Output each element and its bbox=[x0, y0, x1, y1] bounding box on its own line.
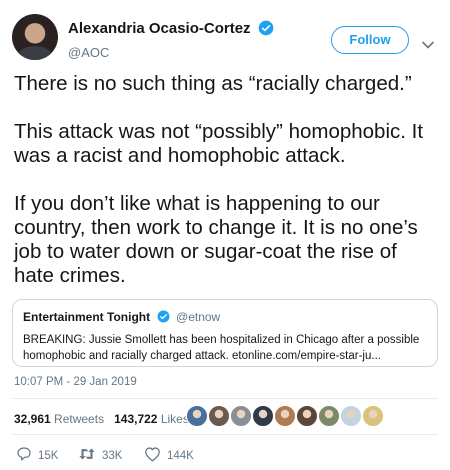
liker-avatar[interactable] bbox=[186, 405, 208, 427]
verified-badge-icon bbox=[157, 310, 170, 328]
liker-avatar[interactable] bbox=[318, 405, 340, 427]
liker-avatar[interactable] bbox=[252, 405, 274, 427]
liker-avatar[interactable] bbox=[296, 405, 318, 427]
likes-stat[interactable]: 143,722 Likes bbox=[114, 412, 189, 426]
liker-avatar[interactable] bbox=[230, 405, 252, 427]
retweets-label: Retweets bbox=[54, 412, 105, 426]
retweets-count: 32,961 bbox=[14, 412, 51, 426]
likes-count: 143,722 bbox=[114, 412, 158, 426]
tweet-header: Alexandria Ocasio-Cortez @AOC Follow bbox=[12, 14, 438, 62]
author-block: Alexandria Ocasio-Cortez @AOC bbox=[68, 20, 274, 60]
avatar-shoulders bbox=[18, 46, 52, 60]
quoted-text-line: BREAKING: Jussie Smollett has been hospi… bbox=[23, 334, 420, 346]
chevron-down-icon[interactable] bbox=[422, 36, 434, 54]
liker-avatar[interactable] bbox=[208, 405, 230, 427]
quoted-text-line: homophobic and racially charged attack. … bbox=[23, 350, 381, 362]
retweet-count: 33K bbox=[102, 450, 123, 462]
liker-avatar[interactable] bbox=[340, 405, 362, 427]
tweet-timestamp[interactable]: 10:07 PM - 29 Jan 2019 bbox=[14, 376, 137, 388]
retweet-icon bbox=[78, 446, 96, 467]
divider bbox=[12, 434, 438, 435]
verified-badge-icon bbox=[258, 20, 274, 41]
tweet-paragraph-1: There is no such thing as “racially char… bbox=[14, 72, 412, 95]
like-button[interactable]: 144K bbox=[144, 446, 194, 467]
tweet-actions: 15K 33K 144K bbox=[16, 446, 436, 467]
heart-icon bbox=[144, 446, 161, 467]
liker-avatar[interactable] bbox=[274, 405, 296, 427]
liker-avatar[interactable] bbox=[362, 405, 384, 427]
retweets-stat[interactable]: 32,961 Retweets bbox=[14, 412, 104, 426]
tweet-paragraph-2: This attack was not “possibly” homophobi… bbox=[14, 120, 424, 167]
tweet-stats: 32,961 Retweets 143,722 Likes bbox=[14, 412, 189, 426]
author-handle[interactable]: @AOC bbox=[68, 45, 274, 60]
reply-count: 15K bbox=[38, 450, 59, 462]
reply-button[interactable]: 15K bbox=[16, 446, 59, 467]
quoted-author-handle: @etnow bbox=[176, 310, 221, 324]
avatar[interactable] bbox=[12, 14, 58, 60]
quoted-tweet-text: BREAKING: Jussie Smollett has been hospi… bbox=[23, 332, 427, 364]
like-count: 144K bbox=[167, 450, 194, 462]
author-name[interactable]: Alexandria Ocasio-Cortez bbox=[68, 20, 251, 37]
tweet-paragraph-3: If you don’t like what is happening to o… bbox=[14, 192, 418, 287]
divider bbox=[12, 398, 438, 399]
likes-label: Likes bbox=[160, 412, 189, 426]
quoted-author-name: Entertainment Tonight bbox=[23, 310, 151, 324]
tweet-text: There is no such thing as “racially char… bbox=[14, 72, 439, 288]
reply-icon bbox=[16, 446, 32, 467]
follow-button[interactable]: Follow bbox=[331, 26, 409, 54]
quoted-tweet[interactable]: Entertainment Tonight @etnow BREAKING: J… bbox=[12, 299, 438, 367]
retweet-button[interactable]: 33K bbox=[78, 447, 122, 465]
